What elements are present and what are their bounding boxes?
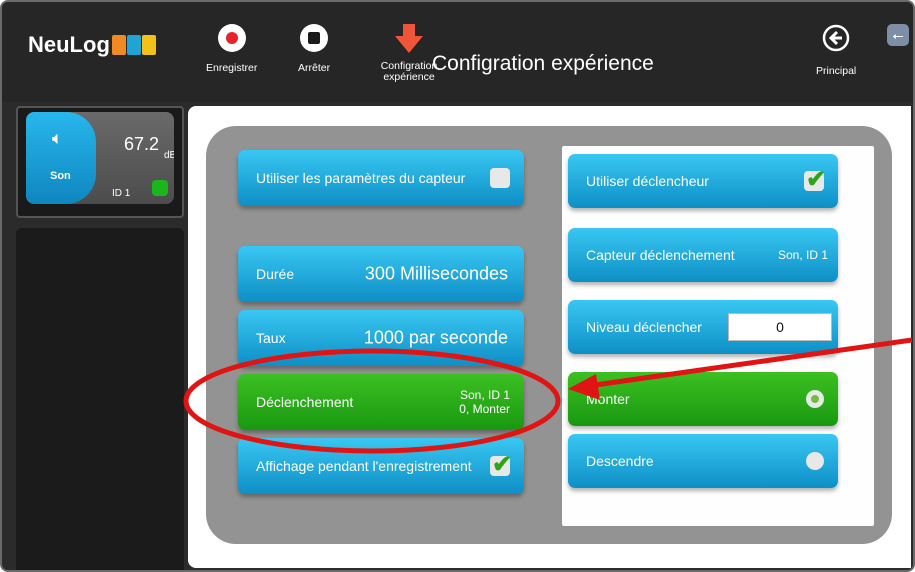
status-indicator xyxy=(152,180,168,196)
duration-label: Durée xyxy=(256,266,295,282)
checkmark-icon: ✔ xyxy=(492,451,513,478)
stop-icon xyxy=(300,24,329,52)
sensor-module-card[interactable]: 🔈︎ Son 67.2 dB ID 1 xyxy=(26,112,174,204)
usb-icon[interactable]: ⭠ xyxy=(887,24,909,46)
use-sensor-params-button[interactable]: Utiliser les paramètres du capteur xyxy=(238,150,524,206)
duration-button[interactable]: Durée 300 Millisecondes xyxy=(238,246,524,302)
rise-option[interactable]: Monter xyxy=(568,372,838,426)
record-button[interactable]: Enregistrer xyxy=(206,24,257,74)
trigger-label: Déclenchement xyxy=(256,394,354,410)
sensor-value: 67.2 xyxy=(124,134,160,154)
rate-button[interactable]: Taux 1000 par seconde xyxy=(238,310,524,366)
trigger-level-label: Niveau déclencher xyxy=(586,319,702,335)
trigger-level-input[interactable]: 0 xyxy=(728,313,832,341)
use-trigger-button[interactable]: Utiliser déclencheur ✔ xyxy=(568,154,838,208)
trigger-summary-line1: Son, ID 1 xyxy=(459,388,510,402)
down-arrow-icon xyxy=(395,24,423,53)
sensor-unit: dB xyxy=(164,150,174,161)
trigger-level-button[interactable]: Niveau déclencher 0 xyxy=(568,300,838,354)
sensor-tab xyxy=(26,112,96,204)
sensor-panel: 🔈︎ Son 67.2 dB ID 1 xyxy=(16,106,184,218)
sensor-list-empty-area xyxy=(16,228,184,570)
rise-label: Monter xyxy=(586,391,630,407)
display-during-recording-checkbox[interactable]: ✔ xyxy=(490,451,512,478)
checkmark-icon: ✔ xyxy=(806,166,827,193)
record-label: Enregistrer xyxy=(206,62,258,74)
duration-value: 300 Millisecondes xyxy=(364,263,508,284)
stop-button[interactable]: Arrêter xyxy=(298,24,330,74)
neulog-logo: NeuLog xyxy=(28,32,157,58)
sensor-id: ID 1 xyxy=(112,188,131,199)
page-title: Configration expérience xyxy=(432,52,654,75)
rate-label: Taux xyxy=(256,330,286,346)
fall-radio[interactable] xyxy=(806,452,824,470)
app-window: NeuLog Enregistrer Arrêter Configration … xyxy=(0,0,915,572)
display-during-recording-button[interactable]: Affichage pendant l'enregistrement ✔ xyxy=(238,438,524,494)
trigger-sensor-button[interactable]: Capteur déclenchement Son, ID 1 xyxy=(568,228,838,282)
trigger-sensor-value: Son, ID 1 xyxy=(777,248,828,262)
rate-value: 1000 par seconde xyxy=(363,327,508,348)
use-trigger-label: Utiliser déclencheur xyxy=(586,173,709,189)
display-during-recording-label: Affichage pendant l'enregistrement xyxy=(256,458,472,474)
use-sensor-params-label: Utiliser les paramètres du capteur xyxy=(256,170,466,186)
trigger-button[interactable]: Déclenchement Son, ID 1 0, Monter xyxy=(238,374,524,430)
stop-label: Arrêter xyxy=(298,62,331,74)
rise-radio[interactable] xyxy=(806,390,824,408)
config-panel: Utiliser les paramètres du capteur Durée… xyxy=(206,126,892,544)
fall-label: Descendre xyxy=(586,453,654,469)
sensor-name: Son xyxy=(50,170,71,182)
trigger-summary-line2: 0, Monter xyxy=(459,402,510,416)
trigger-settings-column: Utiliser déclencheur ✔ Capteur déclenche… xyxy=(562,146,874,526)
config-main-area: Utiliser les paramètres du capteur Durée… xyxy=(188,106,911,568)
fall-option[interactable]: Descendre xyxy=(568,434,838,488)
use-trigger-checkbox[interactable]: ✔ xyxy=(804,166,826,193)
main-label: Principal xyxy=(816,65,857,77)
logo-blocks-icon xyxy=(111,35,157,55)
record-icon xyxy=(217,24,246,52)
trigger-summary: Son, ID 1 0, Monter xyxy=(459,388,510,416)
speaker-icon: 🔈︎ xyxy=(52,128,63,148)
back-arrow-icon xyxy=(822,24,850,52)
toolbar: NeuLog Enregistrer Arrêter Configration … xyxy=(2,2,913,102)
main-button[interactable]: Principal xyxy=(816,24,856,77)
use-sensor-params-checkbox[interactable] xyxy=(490,168,510,188)
trigger-sensor-label: Capteur déclenchement xyxy=(586,247,735,263)
